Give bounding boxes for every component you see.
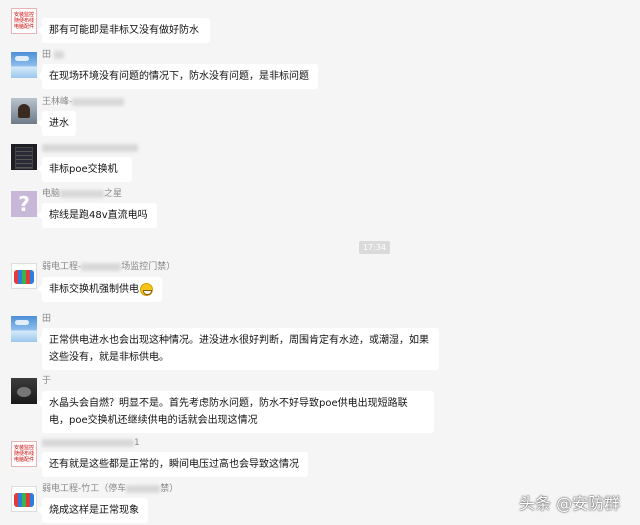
avatar[interactable] [11, 263, 37, 289]
message-bubble: 那有可能即是非标又没有做好防水 [37, 18, 210, 43]
avatar[interactable]: 安装监控 随便布线 电脑配件 [11, 8, 37, 34]
redacted-blur [42, 143, 138, 152]
avatar[interactable] [11, 144, 37, 170]
avatar[interactable] [11, 378, 37, 404]
message-bubble: 烧成这样是正常现象 [37, 498, 148, 523]
sender-name: 田 [42, 314, 52, 324]
avatar[interactable]: ? [11, 191, 37, 217]
sender-name: 于 [42, 376, 52, 386]
avatar[interactable]: 安装监控 随便布线 电脑配件 [11, 441, 37, 467]
redacted-blur [53, 50, 64, 59]
message-bubble: 水晶头会自燃？明显不是。首先考虑防水问题，防水不好导致poe供电出现短路联电，p… [37, 391, 434, 433]
watermark: 头条 @安防群 [519, 494, 621, 513]
timestamp-divider: 17:34 [359, 241, 390, 254]
avatar[interactable] [11, 486, 37, 512]
redacted-blur [81, 262, 122, 271]
sender-name: 王林峰- [42, 96, 125, 108]
avatar[interactable] [11, 98, 37, 124]
message-text: 非标交换机强制供电 [49, 284, 139, 295]
avatar[interactable] [11, 316, 37, 342]
redacted-blur [72, 97, 125, 106]
sender-name: 1 [42, 437, 140, 449]
redacted-blur [60, 189, 105, 198]
redacted-blur [42, 438, 134, 447]
redacted-blur [126, 484, 161, 493]
sender-name: 电脑 之星 [42, 189, 123, 199]
sender-name: 弱电工程- 场监控门禁） [42, 262, 176, 272]
message-bubble: 正常供电进水也会出现这种情况。进没进水很好判断，周围肯定有水迹，或潮湿，如果这些… [37, 328, 439, 370]
sender-name [42, 142, 138, 154]
grin-emoji-icon [140, 282, 153, 296]
message-bubble: 还有就是这些都是正常的，瞬间电压过高也会导致这情况 [37, 452, 308, 477]
message-bubble: 在现场环境没有问题的情况下，防水没有问题，是非标问题 [37, 64, 318, 89]
message-bubble: 进水 [37, 111, 76, 136]
message-bubble: 棕线是跑48v直流电吗 [37, 203, 157, 228]
avatar[interactable] [11, 52, 37, 78]
message-bubble: 非标交换机强制供电 [37, 277, 162, 302]
sender-name: 弱电工程-竹工（停车 禁） [42, 484, 179, 494]
message-bubble: 非标poe交换机 [37, 157, 132, 182]
sender-name: 田 [42, 49, 64, 61]
